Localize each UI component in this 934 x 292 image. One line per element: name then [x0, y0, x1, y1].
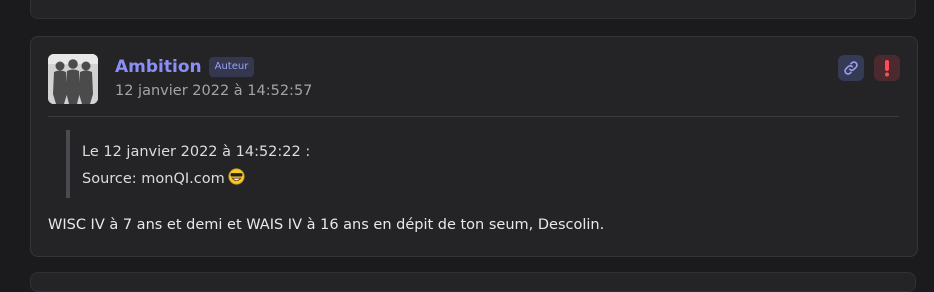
- forum-post: Ambition Auteur 12 janvier 2022 à 14:52:…: [30, 36, 918, 257]
- author-row: Ambition Auteur: [115, 54, 255, 80]
- next-post-card: [30, 272, 916, 292]
- report-button[interactable]: [874, 55, 900, 81]
- quote-source-line: Source: monQI.com: [82, 168, 245, 187]
- avatar[interactable]: [48, 54, 98, 104]
- author-name[interactable]: Ambition: [115, 57, 202, 77]
- exclamation-icon: [885, 60, 889, 77]
- post-body: WISC IV à 7 ans et demi et WAIS IV à 16 …: [48, 217, 605, 233]
- permalink-button[interactable]: [838, 55, 864, 81]
- avatar-image: [48, 54, 98, 104]
- quote-source-label: Source:: [82, 171, 142, 187]
- post-date[interactable]: 12 janvier 2022 à 14:52:57: [115, 83, 312, 99]
- grinning-sunglasses-emoji-icon: [228, 168, 245, 185]
- previous-post-card: [30, 0, 916, 19]
- quote-source-text: monQI.com: [141, 171, 225, 187]
- quote-header: Le 12 janvier 2022 à 14:52:22 :: [82, 144, 311, 160]
- blockquote: Le 12 janvier 2022 à 14:52:22 : Source: …: [66, 130, 470, 198]
- author-badge: Auteur: [208, 57, 255, 77]
- header-divider: [48, 116, 899, 117]
- link-icon: [844, 61, 858, 75]
